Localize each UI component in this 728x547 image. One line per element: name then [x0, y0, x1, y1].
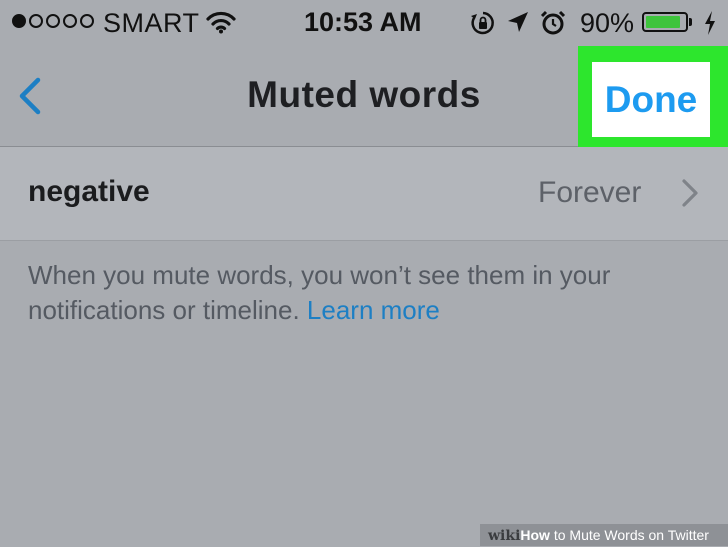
- signal-dot: [46, 14, 60, 28]
- charging-bolt-icon: [703, 10, 717, 41]
- status-time: 10:53 AM: [304, 7, 422, 37]
- learn-more-link[interactable]: Learn more: [307, 295, 440, 325]
- signal-dot: [80, 14, 94, 28]
- battery-icon: [642, 12, 688, 32]
- alarm-clock-icon: [540, 10, 566, 41]
- chevron-right-icon: [680, 178, 700, 213]
- navigation-bar: Muted words Done: [0, 46, 728, 152]
- signal-strength-icon: [12, 14, 94, 28]
- wikihow-logo-how: How: [520, 527, 550, 543]
- status-bar: SMART 10:53 AM 90%: [0, 0, 728, 46]
- muted-word-row[interactable]: negative Forever: [0, 147, 728, 241]
- wifi-icon: [206, 10, 236, 39]
- info-text: When you mute words, you won’t see them …: [28, 258, 708, 328]
- signal-dot: [63, 14, 77, 28]
- battery-cap: [689, 18, 692, 26]
- mute-duration-label: Forever: [538, 176, 642, 209]
- battery-level-fill: [646, 16, 681, 28]
- muted-word-label: negative: [28, 175, 150, 208]
- orientation-lock-icon: [470, 10, 496, 41]
- signal-dot: [12, 14, 26, 28]
- wikihow-caption-bar: wikiHow to Mute Words on Twitter: [480, 524, 728, 546]
- done-button[interactable]: Done: [592, 62, 710, 137]
- location-arrow-icon: [507, 11, 529, 38]
- wikihow-caption: to Mute Words on Twitter: [549, 527, 709, 543]
- wikihow-logo: wiki: [488, 528, 521, 544]
- carrier-name: SMART: [103, 8, 200, 38]
- signal-dot: [29, 14, 43, 28]
- battery-percent: 90%: [580, 8, 635, 38]
